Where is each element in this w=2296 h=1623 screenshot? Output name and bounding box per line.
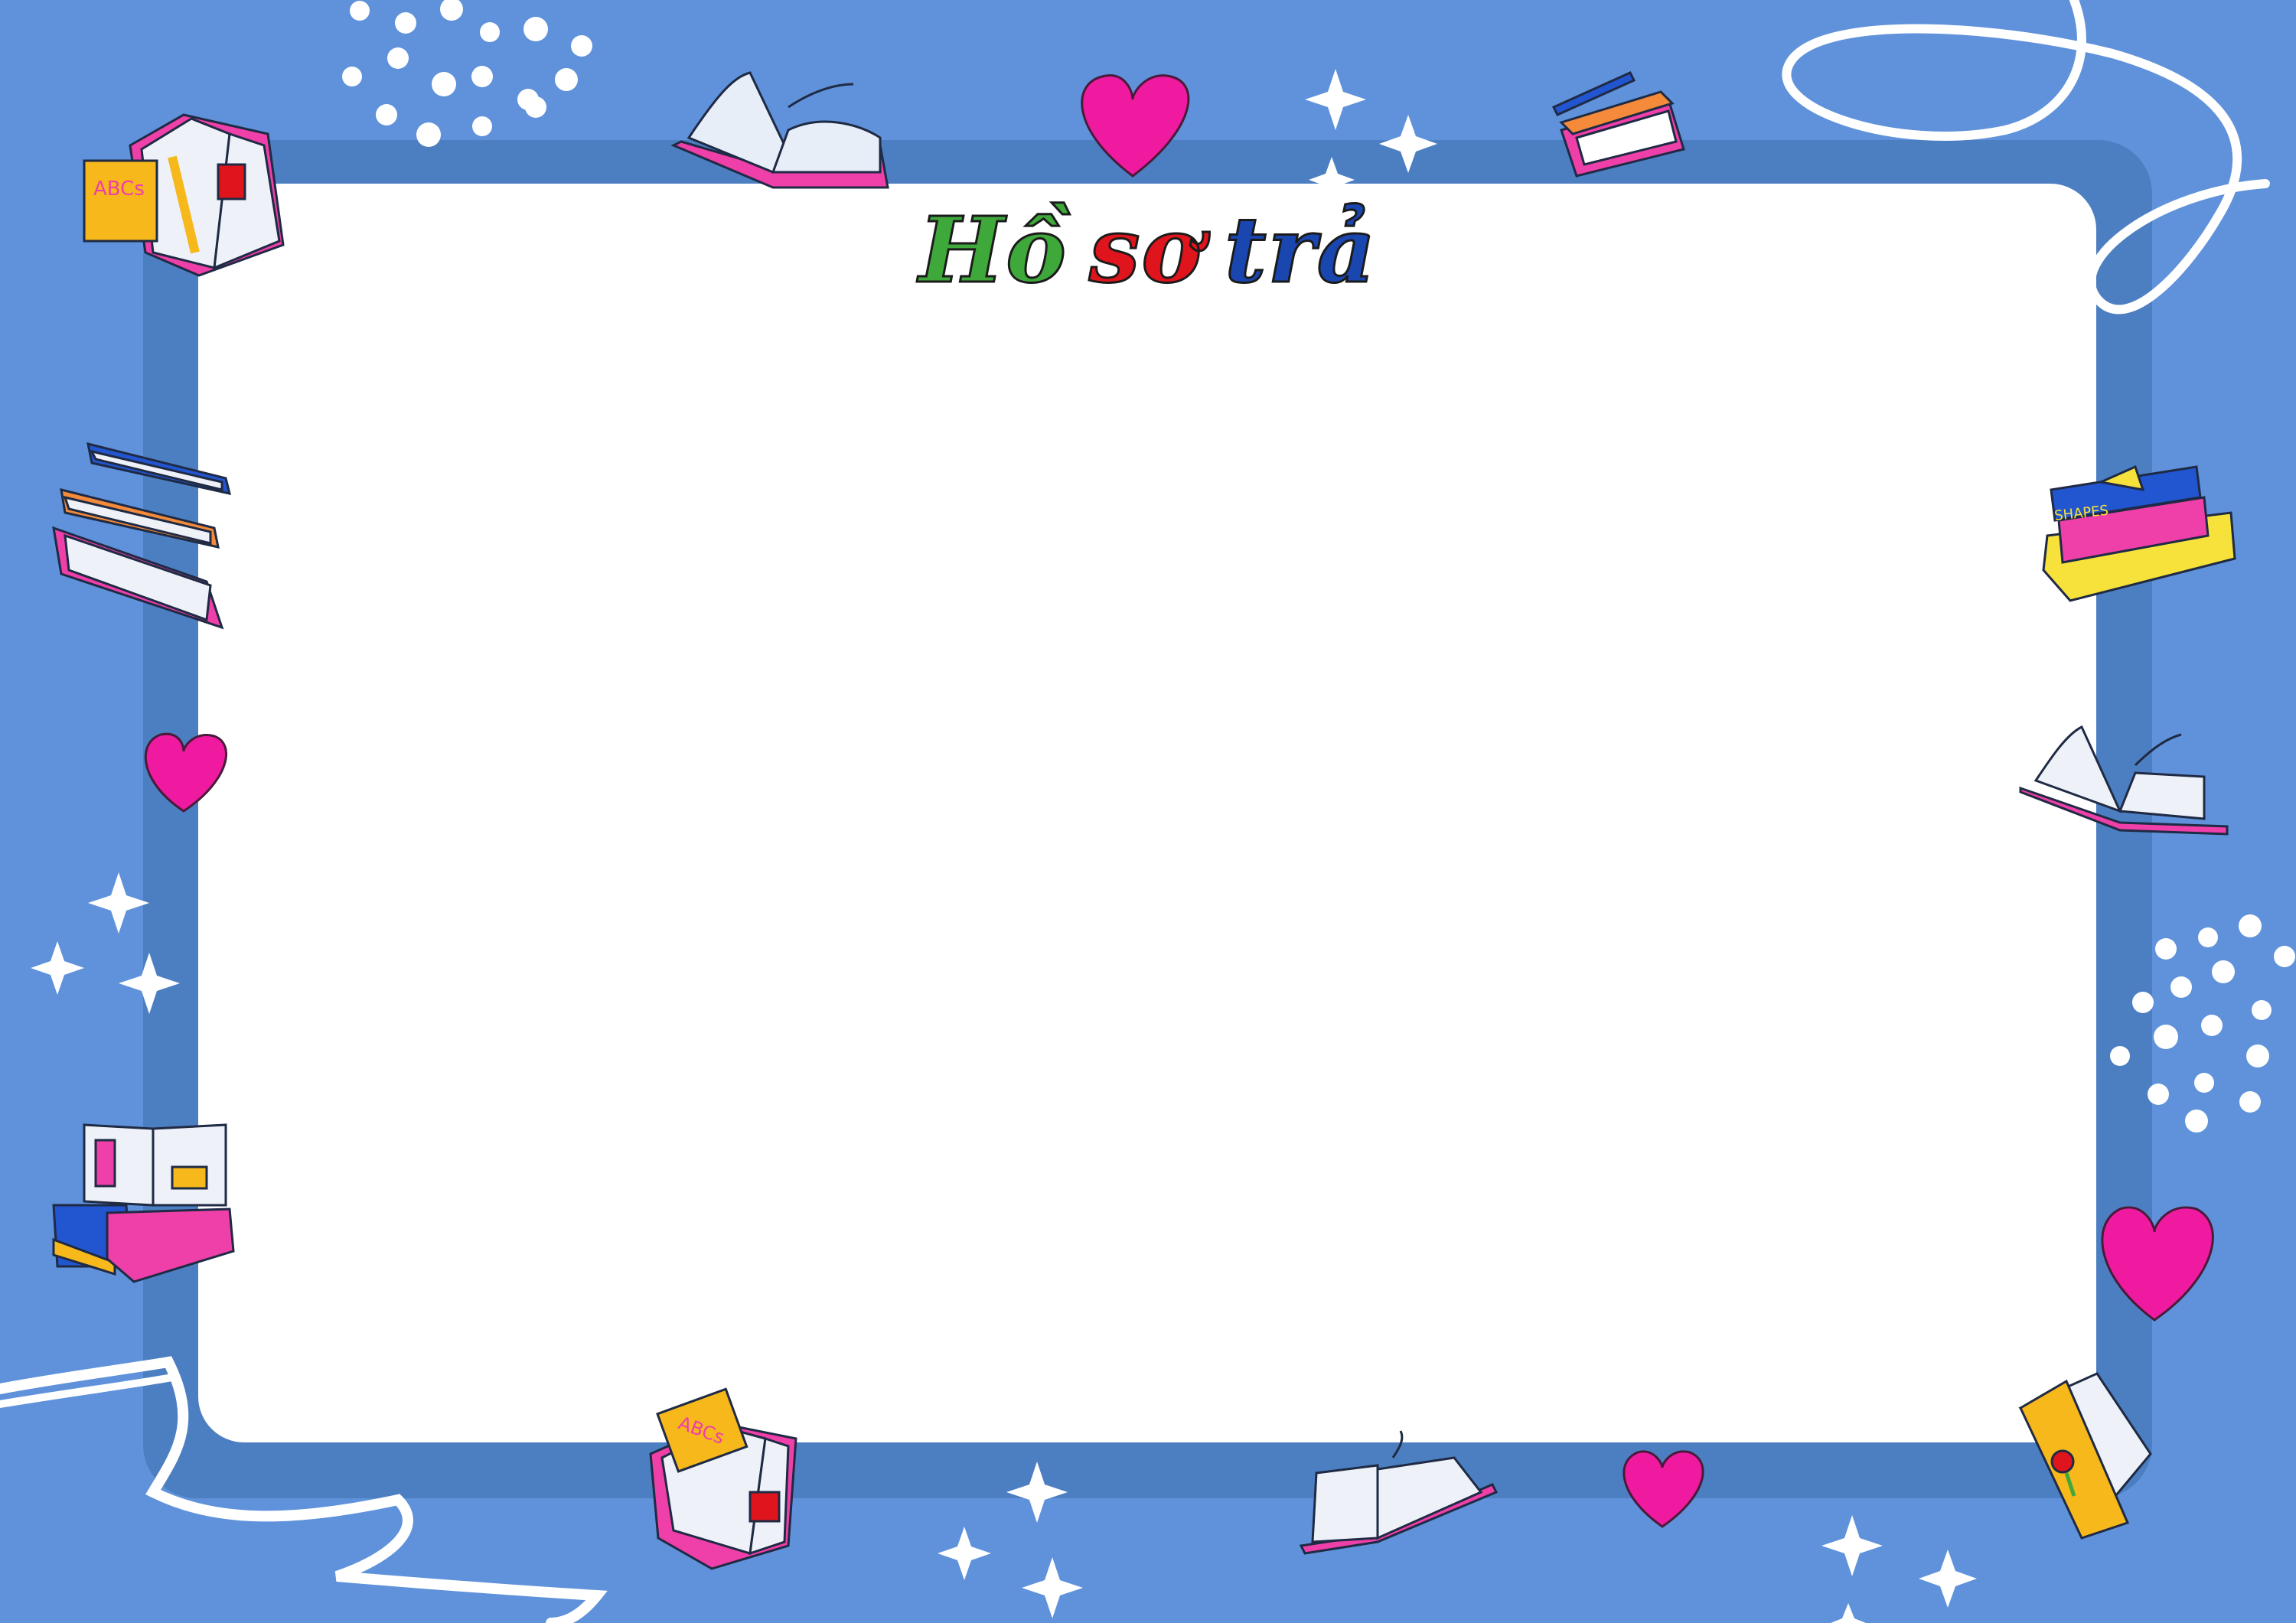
title-word-3: trả <box>1224 197 1378 303</box>
book-stack-top-right <box>1551 71 1685 178</box>
open-book-right <box>2019 725 2229 836</box>
heart-right <box>2101 1206 2214 1322</box>
heart-left <box>144 732 227 813</box>
heart-top <box>1081 74 1190 178</box>
open-book-bottom-center <box>1299 1430 1499 1555</box>
squiggle-bottom-left <box>0 1356 608 1623</box>
title-word-2: sơ <box>1088 197 1204 303</box>
page-title: Hồ sơ trả <box>0 197 2296 303</box>
book-stack-bottom-left <box>52 1123 235 1283</box>
title-word-1: Hồ <box>918 197 1068 303</box>
dots-right <box>2110 914 2295 1133</box>
book-stack-left <box>52 442 232 630</box>
heart-bottom <box>1623 1450 1704 1528</box>
standing-book-bottom-right <box>2018 1372 2152 1540</box>
book-label-abcs-top: ABCs <box>93 178 145 200</box>
dots-top <box>342 0 592 147</box>
open-books-bottom: ABCs <box>649 1387 797 1570</box>
open-book-top <box>670 71 889 189</box>
book-stack-right: SHAPES <box>2042 464 2236 602</box>
